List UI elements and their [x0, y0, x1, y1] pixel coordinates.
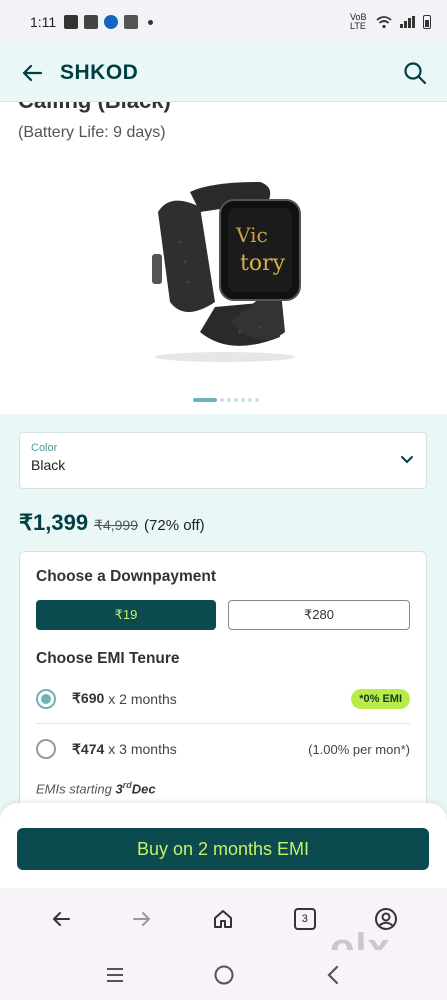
tenure-amount: ₹690	[72, 690, 105, 706]
carousel-dot-active	[193, 398, 217, 402]
system-icons: VoB LTE	[350, 13, 431, 31]
battery-icon	[423, 15, 431, 29]
browser-back-button[interactable]	[41, 899, 81, 939]
browser-tabs-button[interactable]: 3	[285, 899, 325, 939]
facebook-icon	[64, 15, 79, 29]
page-title: SHKOD	[60, 60, 139, 84]
current-price: ₹1,399	[19, 510, 89, 535]
color-select[interactable]: Color Black	[19, 432, 427, 489]
emi-start-day: 3	[115, 781, 123, 797]
color-select-value: Black	[31, 457, 66, 473]
more-notifications-icon	[148, 19, 154, 25]
tenure-months: x 3 months	[108, 741, 177, 757]
price-row: ₹1,399 ₹4,999 (72% off)	[19, 510, 205, 536]
notification-icons	[64, 15, 154, 29]
product-title: Calling (Black)	[18, 102, 171, 114]
system-home-button[interactable]	[204, 955, 244, 995]
interest-rate: (1.00% per mon*)	[308, 741, 410, 757]
recent-apps-button[interactable]	[95, 955, 135, 995]
tenure-months: x 2 months	[108, 690, 177, 707]
status-bar: 1:11 VoB LTE	[0, 0, 447, 44]
gmail-icon	[124, 15, 139, 29]
buy-emi-button[interactable]: Buy on 2 months EMI	[17, 828, 429, 870]
carousel-indicator	[193, 398, 259, 402]
arrow-left-icon	[52, 912, 70, 926]
chevron-left-icon	[326, 965, 338, 985]
tab-count-badge: 3	[293, 908, 316, 930]
circle-icon	[214, 965, 233, 985]
signal-icon	[400, 16, 415, 28]
carousel-dot	[227, 398, 231, 402]
system-back-button[interactable]	[313, 955, 353, 995]
home-icon	[214, 910, 233, 928]
emi-start-prefix: EMIs starting	[36, 781, 112, 797]
smartwatch-image: Vic tory	[152, 182, 301, 362]
status-time: 1:11	[30, 14, 57, 30]
menu-icon	[106, 968, 123, 982]
mrp-price: ₹4,999	[94, 517, 139, 533]
arrow-left-icon	[22, 64, 43, 81]
tenure-option-2-months[interactable]: ₹690 x 2 months *0% EMI	[36, 674, 410, 724]
browser-home-button[interactable]	[203, 899, 243, 939]
emi-start-suffix: rd	[122, 780, 132, 790]
search-icon	[404, 61, 427, 84]
watch-face-text: tory	[240, 251, 286, 276]
emi-card: Choose a Downpayment ₹19 ₹280 Choose EMI…	[19, 551, 427, 831]
wifi-icon	[376, 16, 392, 29]
downpayment-option[interactable]: ₹280	[228, 600, 410, 630]
carousel-dot	[241, 398, 245, 402]
app-notification-icon	[104, 15, 119, 29]
chevron-down-icon	[401, 456, 413, 464]
zero-emi-badge: *0% EMI	[351, 688, 410, 709]
carousel-dot	[255, 398, 259, 402]
carousel-dot	[220, 398, 224, 402]
emi-start-text: EMIs starting 3rdDec	[36, 780, 410, 796]
network-label: VoB LTE	[350, 12, 367, 31]
product-image-carousel[interactable]: Calling (Black) (Battery Life: 9 days) V…	[0, 102, 447, 414]
carousel-dot	[248, 398, 252, 402]
messenger-icon	[84, 15, 99, 29]
downpayment-options: ₹19 ₹280	[36, 600, 410, 630]
tenure-amount: ₹474	[72, 740, 105, 757]
downpayment-heading: Choose a Downpayment	[36, 568, 216, 585]
buy-bar: Buy on 2 months EMI	[0, 803, 447, 888]
downpayment-option-selected[interactable]: ₹19	[36, 600, 216, 630]
discount-text: (72% off)	[144, 517, 205, 534]
arrow-right-icon	[133, 912, 151, 926]
color-select-label: Color	[31, 442, 58, 454]
search-button[interactable]	[399, 57, 431, 89]
tenure-option-3-months[interactable]: ₹474 x 3 months (1.00% per mon*)	[36, 724, 410, 774]
radio-unchecked[interactable]	[36, 739, 56, 759]
product-subtitle: (Battery Life: 9 days)	[18, 124, 166, 141]
watch-face-text: Vic	[235, 223, 268, 247]
back-button[interactable]	[16, 57, 48, 89]
tenure-heading: Choose EMI Tenure	[36, 650, 180, 667]
carousel-dot	[234, 398, 238, 402]
radio-checked[interactable]	[36, 688, 56, 709]
system-nav-bar	[0, 950, 447, 1000]
app-bar: SHKOD	[0, 44, 447, 102]
emi-start-month: Dec	[131, 781, 156, 797]
browser-forward-button[interactable]	[122, 899, 162, 939]
